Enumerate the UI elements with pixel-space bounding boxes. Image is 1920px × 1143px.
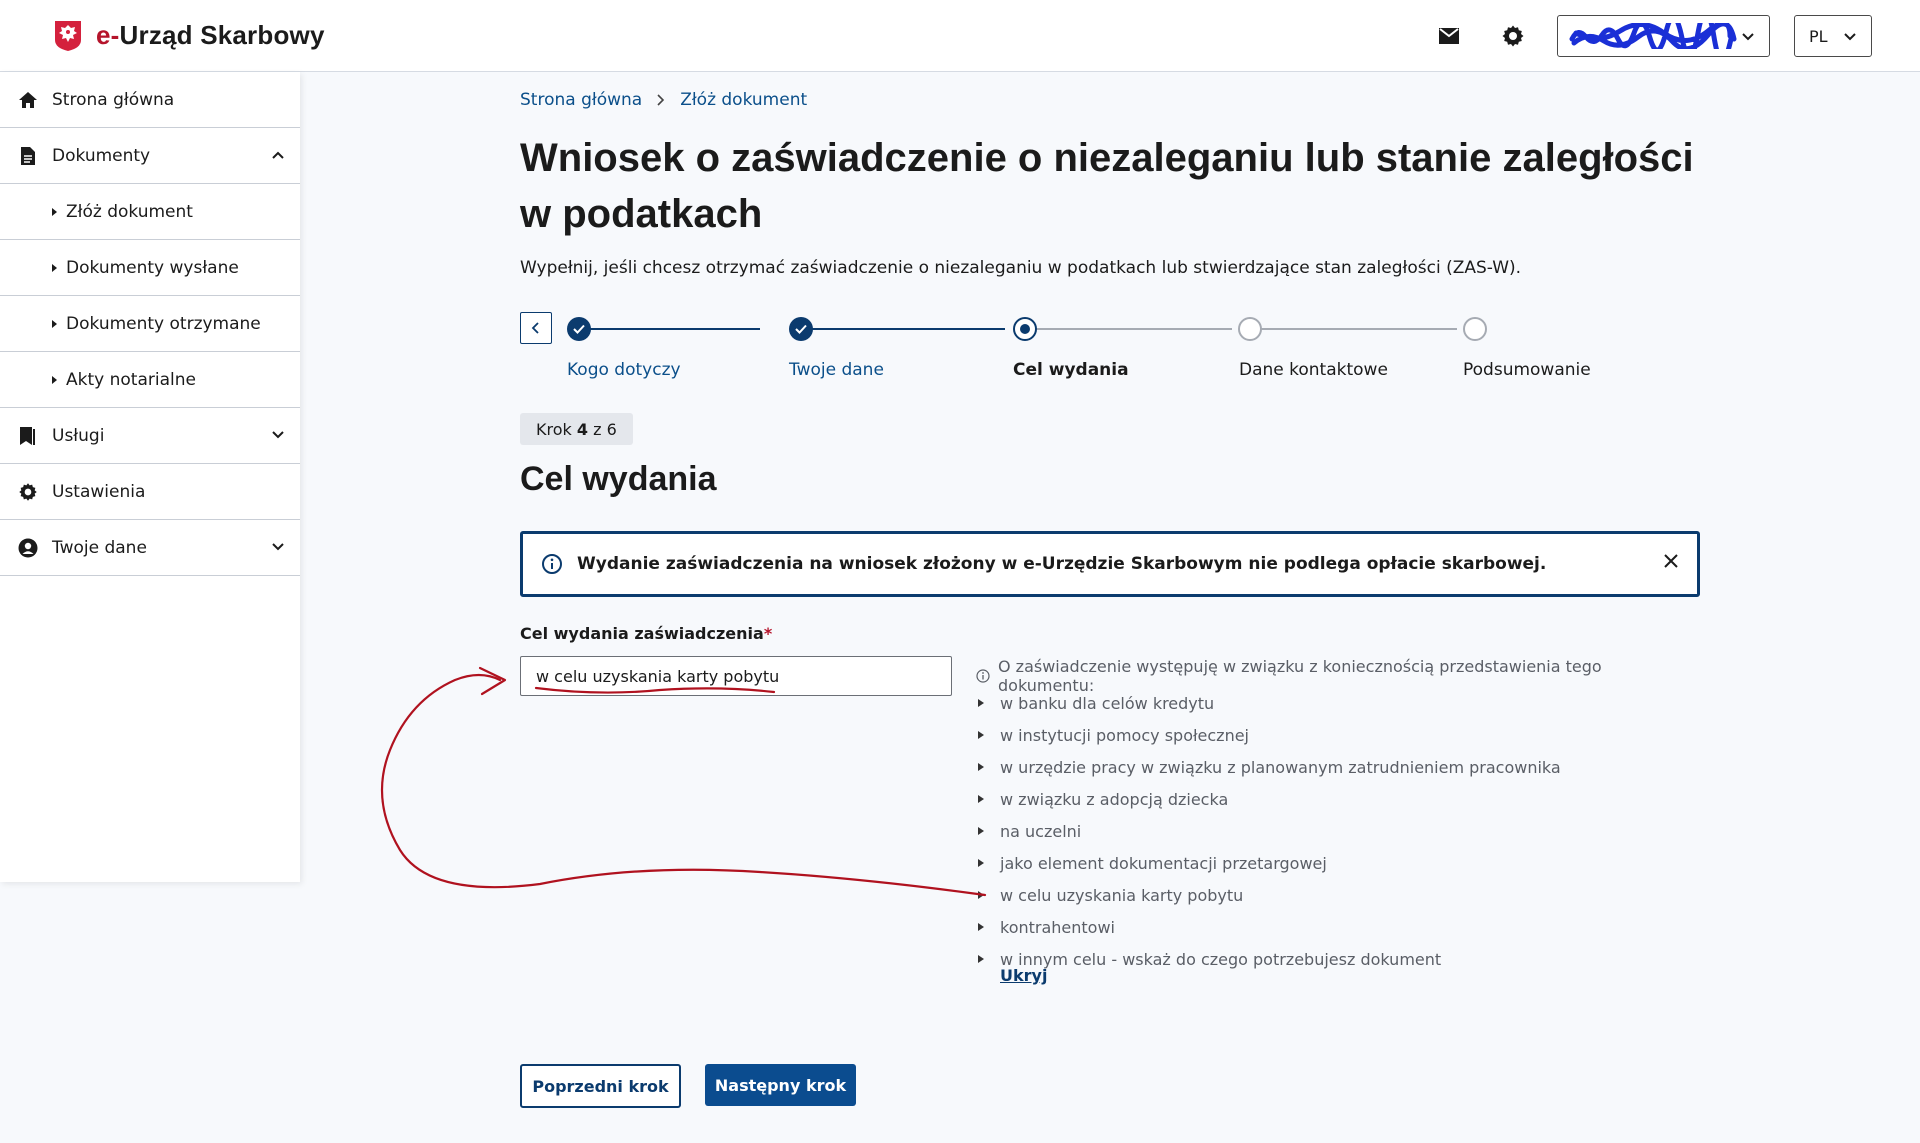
step-connector [1025, 328, 1232, 330]
step-4-label: Dane kontaktowe [1239, 360, 1388, 380]
next-step-button[interactable]: Następny krok [705, 1064, 856, 1106]
sidebar-subitem-label: Akty notarialne [66, 369, 196, 390]
step-3-label: Cel wydania [1013, 360, 1129, 380]
hint-list: w banku dla celów kredytu w instytucji p… [976, 687, 1696, 975]
step-counter-total: 6 [606, 419, 617, 439]
breadcrumb-link-home[interactable]: Strona główna [520, 90, 642, 110]
sidebar-subitem-submit-document[interactable]: Złóż dokument [0, 184, 300, 240]
gear-icon [17, 481, 39, 503]
chevron-down-icon [1844, 33, 1856, 41]
step-3-current-icon [1013, 317, 1037, 341]
step-connector [801, 328, 1005, 330]
redacted-name-scribble [1569, 23, 1737, 49]
info-circle-icon [541, 553, 563, 575]
sidebar-item-label: Twoje dane [52, 537, 147, 558]
info-alert: Wydanie zaświadczenia na wniosek złożony… [520, 531, 1700, 597]
sidebar-item-label: Dokumenty [52, 145, 151, 166]
progress-stepper: Kogo dotyczy Twoje dane Cel wydania Dane… [520, 312, 1700, 382]
chevron-down-icon [272, 543, 284, 551]
step-1-label[interactable]: Kogo dotyczy [567, 360, 681, 380]
sidebar-item-label: Ustawienia [52, 481, 146, 502]
sidebar-item-settings[interactable]: Ustawienia [0, 464, 300, 520]
user-circle-icon [17, 537, 39, 559]
home-icon [17, 89, 39, 111]
hint-list-item: w celu uzyskania karty pobytu [976, 879, 1696, 911]
mail-icon[interactable] [1435, 22, 1463, 50]
brand-name: e-Urząd Skarbowy [96, 20, 325, 51]
language-select[interactable]: PL [1794, 15, 1872, 57]
hint-header: O zaświadczenie występuję w związku z ko… [976, 657, 1696, 695]
step-1-check-icon[interactable] [567, 317, 591, 341]
sidebar-item-label: Strona główna [52, 89, 175, 110]
previous-step-button[interactable]: Poprzedni krok [520, 1064, 681, 1108]
sidebar-item-label: Usługi [52, 425, 105, 446]
alert-text: Wydanie zaświadczenia na wniosek złożony… [577, 554, 1547, 574]
info-circle-icon [976, 669, 990, 683]
sidebar-subitem-notarial-deeds[interactable]: Akty notarialne [0, 352, 300, 408]
chevron-right-icon [656, 93, 666, 107]
sidebar-item-documents[interactable]: Dokumenty [0, 128, 300, 184]
purpose-field-label-text: Cel wydania zaświadczenia [520, 624, 764, 643]
bullet-triangle-icon [52, 207, 57, 216]
sidebar-subitem-label: Złóż dokument [66, 201, 193, 222]
purpose-field-label: Cel wydania zaświadczenia* [520, 624, 772, 643]
bookmark-icon [17, 425, 39, 447]
sidebar-item-your-data[interactable]: Twoje dane [0, 520, 300, 576]
polish-eagle-icon [55, 20, 81, 51]
step-counter-badge: Krok 4 z 6 [520, 413, 633, 445]
hint-list-item: w urzędzie pracy w związku z planowanym … [976, 751, 1696, 783]
bullet-triangle-icon [52, 263, 57, 272]
hint-list-item: w banku dla celów kredytu [976, 687, 1696, 719]
step-counter-sep: z [593, 419, 602, 439]
bullet-triangle-icon [52, 375, 57, 384]
breadcrumb-link-submit-document[interactable]: Złóż dokument [680, 90, 807, 110]
hint-list-item: w innym celu - wskaż do czego potrzebuje… [976, 943, 1696, 975]
step-connector [1252, 328, 1457, 330]
section-title: Cel wydania [520, 460, 717, 498]
document-icon [17, 145, 39, 167]
hint-list-item: w instytucji pomocy społecznej [976, 719, 1696, 751]
required-asterisk: * [763, 624, 773, 643]
hint-list-item: w związku z adopcją dziecka [976, 783, 1696, 815]
page-description: Wypełnij, jeśli chcesz otrzymać zaświadc… [520, 258, 1522, 278]
step-5-label: Podsumowanie [1463, 360, 1591, 380]
chevron-down-icon [1742, 33, 1754, 41]
sidebar-subitem-label: Dokumenty otrzymane [66, 313, 261, 334]
sidebar-item-home[interactable]: Strona główna [0, 72, 300, 128]
brand-rest: Urząd Skarbowy [119, 20, 325, 50]
step-4-empty-icon [1238, 317, 1262, 341]
step-counter-current: 4 [576, 419, 589, 439]
brand-prefix: e- [96, 20, 120, 50]
step-connector [580, 328, 760, 330]
purpose-input[interactable] [520, 656, 952, 696]
hint-list-item: na uczelni [976, 815, 1696, 847]
sidebar-item-services[interactable]: Usługi [0, 408, 300, 464]
chevron-down-icon [272, 431, 284, 439]
sidebar-subitem-received-documents[interactable]: Dokumenty otrzymane [0, 296, 300, 352]
hint-hide-link[interactable]: Ukryj [1000, 966, 1047, 985]
breadcrumb: Strona główna Złóż dokument [520, 90, 807, 110]
hint-list-item: kontrahentowi [976, 911, 1696, 943]
language-value: PL [1809, 26, 1828, 46]
chevron-up-icon [272, 151, 284, 159]
purpose-hint: O zaświadczenie występuję w związku z ko… [976, 657, 1696, 985]
sidebar-subitem-sent-documents[interactable]: Dokumenty wysłane [0, 240, 300, 296]
chevron-left-icon [531, 322, 539, 334]
user-account-select[interactable] [1557, 15, 1770, 57]
step-5-empty-icon [1463, 317, 1487, 341]
hint-list-item: jako element dokumentacji przetargowej [976, 847, 1696, 879]
logo[interactable]: e-Urząd Skarbowy [54, 20, 325, 52]
top-header: e-Urząd Skarbowy PL [0, 0, 1920, 72]
stepper-back-button[interactable] [520, 312, 552, 344]
step-2-label[interactable]: Twoje dane [789, 360, 884, 380]
settings-gear-icon[interactable] [1499, 22, 1527, 50]
bullet-triangle-icon [52, 319, 57, 328]
page-title: Wniosek o zaświadczenie o niezaleganiu l… [520, 136, 1694, 236]
sidebar: Strona główna Dokumenty Złóż dokument Do… [0, 72, 300, 882]
sidebar-subitem-label: Dokumenty wysłane [66, 257, 239, 278]
step-counter-prefix: Krok [536, 419, 572, 439]
step-2-check-icon[interactable] [789, 317, 813, 341]
close-icon[interactable] [1663, 553, 1679, 569]
